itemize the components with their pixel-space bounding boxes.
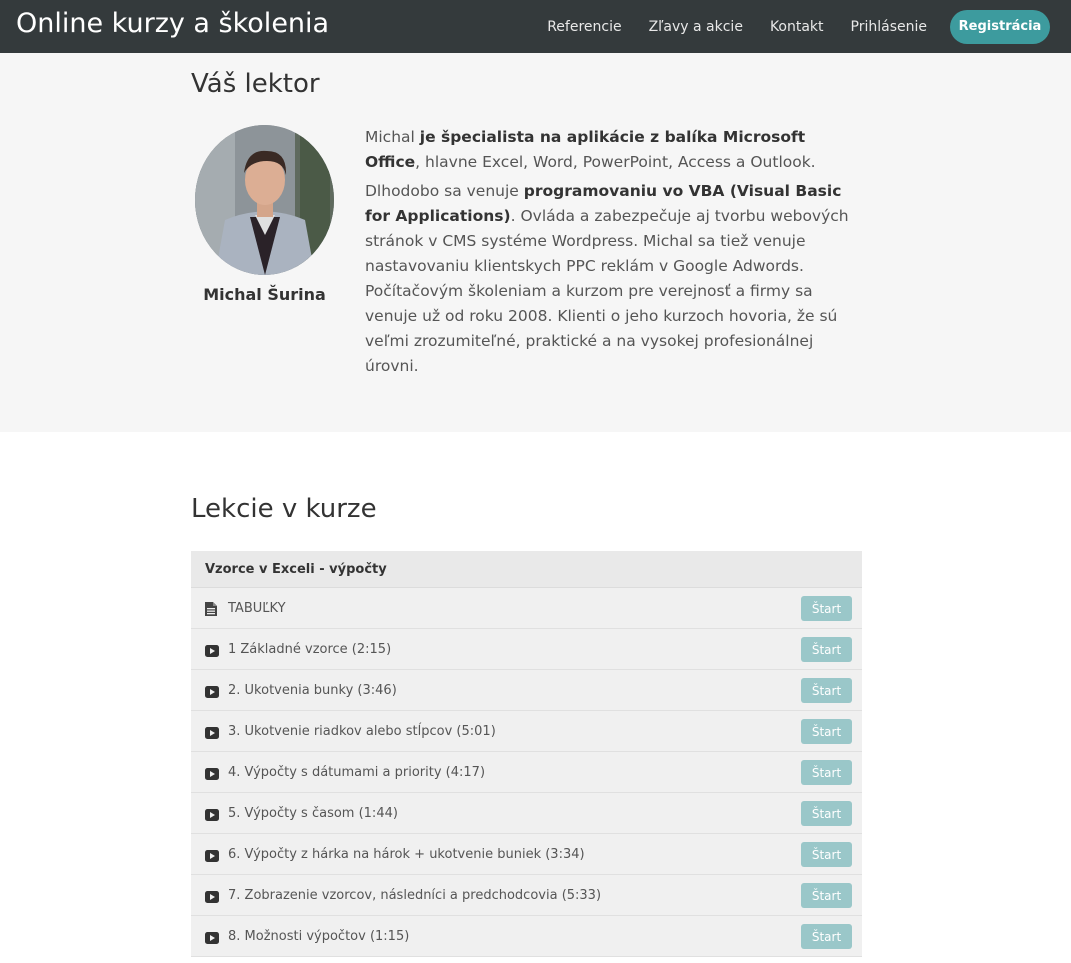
video-icon: [205, 888, 219, 903]
nav-link-referencie[interactable]: Referencie: [547, 19, 621, 35]
document-icon: [205, 601, 219, 616]
video-icon: [205, 724, 219, 739]
start-button[interactable]: Štart: [801, 596, 852, 621]
start-button[interactable]: Štart: [801, 842, 852, 867]
start-button[interactable]: Štart: [801, 637, 852, 662]
video-icon: [205, 765, 219, 780]
lesson-row[interactable]: 7. Zobrazenie vzorcov, následníci a pred…: [191, 875, 862, 916]
site-brand[interactable]: Online kurzy a školenia: [16, 8, 329, 39]
lesson-label[interactable]: 4. Výpočty s dátumami a priority (4:17): [228, 765, 485, 780]
lessons-title: Lekcie v kurze: [191, 494, 377, 524]
lessons-section-header: Vzorce v Exceli - výpočty: [191, 551, 862, 588]
bio-paragraph-1: Michal je špecialista na aplikácie z bal…: [365, 125, 865, 175]
lesson-label[interactable]: 6. Výpočty z hárka na hárok + ukotvenie …: [228, 847, 585, 862]
lesson-row[interactable]: 5. Výpočty s časom (1:44) Štart: [191, 793, 862, 834]
lesson-row[interactable]: 1 Základné vzorce (2:15) Štart: [191, 629, 862, 670]
bio-text: , hlavne Excel, Word, PowerPoint, Access…: [415, 153, 816, 171]
lesson-label[interactable]: 1 Základné vzorce (2:15): [228, 642, 391, 657]
lector-title: Váš lektor: [191, 69, 320, 99]
register-button[interactable]: Registrácia: [950, 9, 1050, 44]
start-button[interactable]: Štart: [801, 924, 852, 949]
lesson-row[interactable]: 2. Ukotvenia bunky (3:46) Štart: [191, 670, 862, 711]
lesson-row[interactable]: TABUĽKY Štart: [191, 588, 862, 629]
start-button[interactable]: Štart: [801, 719, 852, 744]
lector-section: Váš lektor Michal Šurina Michal je špeci…: [0, 53, 1071, 432]
nav-links: Referencie Zľavy a akcie Kontakt Prihlás…: [547, 0, 1071, 53]
lesson-list: TABUĽKY Štart 1 Základné vzorce (2:15) Štar…: [191, 588, 862, 957]
lesson-label[interactable]: 2. Ukotvenia bunky (3:46): [228, 683, 397, 698]
video-icon: [205, 847, 219, 862]
video-icon: [205, 642, 219, 657]
nav-link-kontakt[interactable]: Kontakt: [770, 19, 824, 35]
video-icon: [205, 683, 219, 698]
start-button[interactable]: Štart: [801, 801, 852, 826]
lesson-label[interactable]: 8. Možnosti výpočtov (1:15): [228, 929, 409, 944]
start-button[interactable]: Štart: [801, 883, 852, 908]
top-navbar: Online kurzy a školenia Referencie Zľavy…: [0, 0, 1071, 53]
nav-link-prihlasenie[interactable]: Prihlásenie: [851, 19, 927, 35]
lessons-table: Vzorce v Exceli - výpočty TABUĽKY Štart 1 …: [191, 551, 862, 957]
lesson-row[interactable]: 6. Výpočty z hárka na hárok + ukotvenie …: [191, 834, 862, 875]
nav-link-zlavy[interactable]: Zľavy a akcie: [649, 19, 743, 35]
video-icon: [205, 929, 219, 944]
bio-text: Michal: [365, 128, 420, 146]
bio-text: . Ovláda a zabezpečuje aj tvorbu webovýc…: [365, 207, 849, 375]
lesson-label[interactable]: TABUĽKY: [228, 601, 286, 616]
lector-name: Michal Šurina: [203, 285, 326, 304]
lector-avatar: [195, 125, 334, 275]
lesson-label[interactable]: 3. Ukotvenie riadkov alebo stĺpcov (5:01…: [228, 724, 496, 739]
lesson-label[interactable]: 5. Výpočty s časom (1:44): [228, 806, 398, 821]
start-button[interactable]: Štart: [801, 678, 852, 703]
bio-text: Dlhodobo sa venuje: [365, 182, 524, 200]
video-icon: [205, 806, 219, 821]
lector-photo: [195, 125, 334, 275]
lesson-label[interactable]: 7. Zobrazenie vzorcov, následníci a pred…: [228, 888, 601, 903]
bio-paragraph-2: Dlhodobo sa venuje programovaniu vo VBA …: [365, 179, 865, 379]
lector-bio: Michal je špecialista na aplikácie z bal…: [365, 125, 865, 383]
lesson-row[interactable]: 4. Výpočty s dátumami a priority (4:17) Š…: [191, 752, 862, 793]
start-button[interactable]: Štart: [801, 760, 852, 785]
lesson-row[interactable]: 3. Ukotvenie riadkov alebo stĺpcov (5:01…: [191, 711, 862, 752]
lesson-row[interactable]: 8. Možnosti výpočtov (1:15) Štart: [191, 916, 862, 957]
